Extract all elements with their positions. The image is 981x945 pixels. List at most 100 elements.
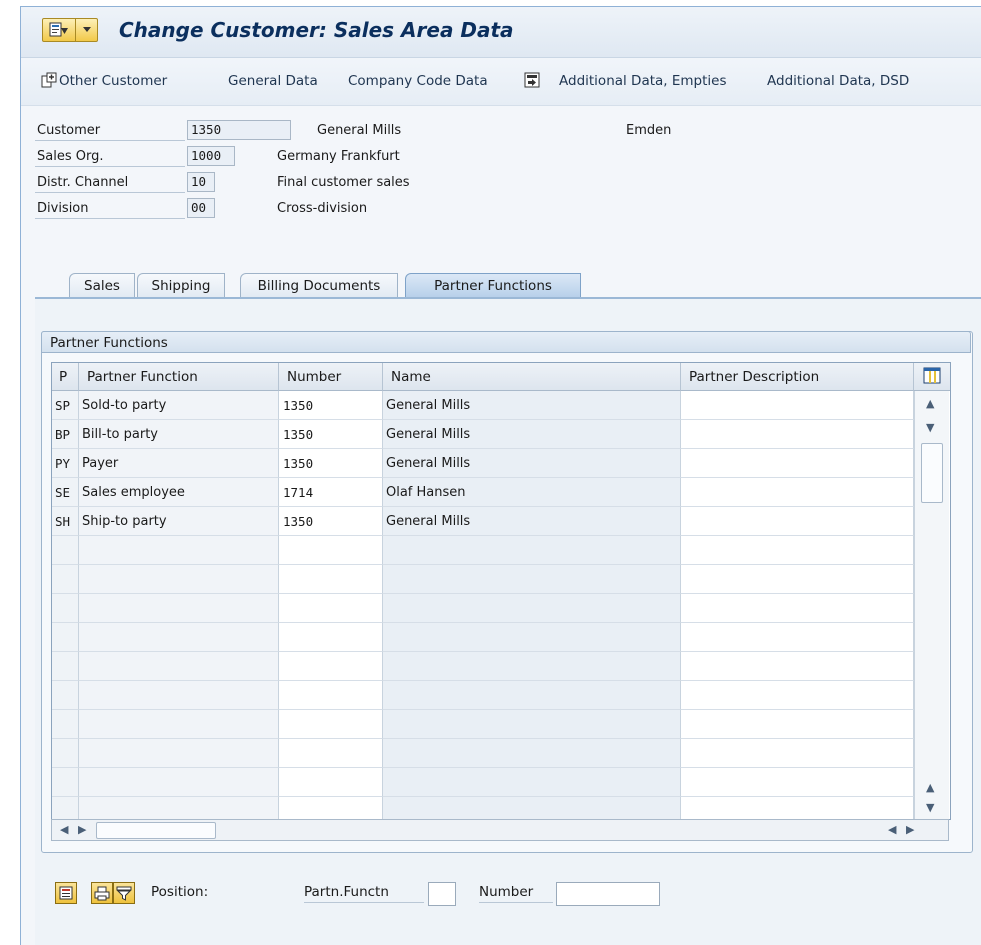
table-row[interactable] (52, 536, 914, 565)
cell-name (383, 681, 681, 710)
additional-data-icon[interactable] (524, 72, 540, 92)
cell-p[interactable] (52, 681, 79, 710)
scroll-right-icon[interactable]: ▶ (78, 823, 86, 836)
col-header-partner-function[interactable]: Partner Function (79, 363, 279, 391)
cell-number[interactable]: 1350 (279, 507, 383, 536)
table-row[interactable] (52, 768, 914, 797)
scroll-down-bottom-icon[interactable]: ▼ (926, 801, 934, 814)
sales-org-field[interactable]: 1000 (187, 146, 235, 166)
cell-number[interactable]: 1350 (279, 420, 383, 449)
cell-partner-description[interactable] (681, 681, 914, 710)
other-customer-button[interactable]: Other Customer (59, 73, 167, 89)
table-row[interactable] (52, 652, 914, 681)
cell-p[interactable] (52, 768, 79, 797)
system-menu-button[interactable] (42, 18, 98, 42)
scroll-thumb[interactable] (921, 443, 943, 503)
general-data-button[interactable]: General Data (228, 73, 318, 89)
cell-partner-description[interactable] (681, 536, 914, 565)
table-row[interactable]: SH Ship-to party 1350 General Mills (52, 507, 914, 536)
col-header-name[interactable]: Name (383, 363, 681, 391)
cell-number[interactable] (279, 565, 383, 594)
cell-number[interactable]: 1714 (279, 478, 383, 507)
scroll-down-icon[interactable]: ▼ (926, 421, 934, 434)
cell-p[interactable] (52, 623, 79, 652)
cell-partner-description[interactable] (681, 391, 914, 420)
division-field[interactable]: 00 (187, 198, 215, 218)
cell-number[interactable]: 1350 (279, 391, 383, 420)
cell-number[interactable] (279, 652, 383, 681)
print-button[interactable] (91, 882, 113, 904)
col-header-partner-description[interactable]: Partner Description (681, 363, 914, 391)
cell-p[interactable]: SE (52, 478, 79, 507)
table-row[interactable] (52, 797, 914, 819)
cell-partner-description[interactable] (681, 768, 914, 797)
table-row[interactable] (52, 681, 914, 710)
partn-functn-input[interactable] (428, 882, 456, 906)
cell-partner-description[interactable] (681, 797, 914, 819)
hscroll-thumb[interactable] (96, 822, 216, 839)
table-row[interactable] (52, 623, 914, 652)
table-row[interactable] (52, 594, 914, 623)
cell-p[interactable] (52, 652, 79, 681)
tab-shipping[interactable]: Shipping (137, 273, 225, 297)
cell-number[interactable]: 1350 (279, 449, 383, 478)
tab-partner-functions[interactable]: Partner Functions (405, 273, 581, 297)
table-row[interactable]: SE Sales employee 1714 Olaf Hansen (52, 478, 914, 507)
cell-partner-description[interactable] (681, 739, 914, 768)
cell-partner-description[interactable] (681, 507, 914, 536)
cell-p[interactable] (52, 739, 79, 768)
tab-sales[interactable]: Sales (69, 273, 135, 297)
horizontal-scrollbar[interactable]: ◀ ▶ ◀ ▶ (51, 819, 949, 841)
table-row[interactable] (52, 710, 914, 739)
cell-p[interactable]: SH (52, 507, 79, 536)
vertical-scrollbar[interactable]: ▲ ▼ ▲ ▼ (914, 391, 949, 819)
table-row[interactable]: SP Sold-to party 1350 General Mills (52, 391, 914, 420)
cell-partner-description[interactable] (681, 710, 914, 739)
cell-partner-description[interactable] (681, 565, 914, 594)
cell-p[interactable]: PY (52, 449, 79, 478)
cell-p[interactable]: SP (52, 391, 79, 420)
scroll-left-icon[interactable]: ◀ (60, 823, 68, 836)
scroll-up-icon[interactable]: ▲ (926, 397, 934, 410)
cell-number[interactable] (279, 594, 383, 623)
cell-p[interactable] (52, 710, 79, 739)
additional-data-dsd-button[interactable]: Additional Data, DSD (767, 73, 909, 89)
cell-number[interactable] (279, 710, 383, 739)
table-row[interactable] (52, 565, 914, 594)
cell-partner-description[interactable] (681, 449, 914, 478)
cell-partner-description[interactable] (681, 652, 914, 681)
cell-partner-description[interactable] (681, 420, 914, 449)
company-code-data-button[interactable]: Company Code Data (348, 73, 488, 89)
table-row[interactable]: BP Bill-to party 1350 General Mills (52, 420, 914, 449)
additional-data-empties-button[interactable]: Additional Data, Empties (559, 73, 727, 89)
table-row[interactable]: PY Payer 1350 General Mills (52, 449, 914, 478)
cell-number[interactable] (279, 536, 383, 565)
column-settings-icon[interactable] (914, 363, 950, 391)
number-input[interactable] (556, 882, 660, 906)
cell-p[interactable] (52, 536, 79, 565)
cell-number[interactable] (279, 797, 383, 819)
scroll-left-right-icon[interactable]: ◀ (888, 823, 896, 836)
details-button[interactable] (55, 882, 77, 904)
filter-button[interactable] (113, 882, 135, 904)
cell-p[interactable]: BP (52, 420, 79, 449)
scroll-right-right-icon[interactable]: ▶ (906, 823, 914, 836)
tab-billing-documents[interactable]: Billing Documents (240, 273, 398, 297)
customer-field[interactable]: 1350 (187, 120, 291, 140)
cell-p[interactable] (52, 565, 79, 594)
cell-number[interactable] (279, 739, 383, 768)
cell-number[interactable] (279, 681, 383, 710)
cell-p[interactable] (52, 594, 79, 623)
cell-partner-description[interactable] (681, 478, 914, 507)
cell-number[interactable] (279, 623, 383, 652)
table-row[interactable] (52, 739, 914, 768)
cell-partner-description[interactable] (681, 594, 914, 623)
distr-channel-field[interactable]: 10 (187, 172, 215, 192)
scroll-up-bottom-icon[interactable]: ▲ (926, 781, 934, 794)
cell-number[interactable] (279, 768, 383, 797)
cell-p[interactable] (52, 797, 79, 819)
cell-partner-description[interactable] (681, 623, 914, 652)
partn-functn-label: Partn.Functn (304, 884, 424, 903)
col-header-number[interactable]: Number (279, 363, 383, 391)
col-header-p[interactable]: P (52, 363, 79, 391)
